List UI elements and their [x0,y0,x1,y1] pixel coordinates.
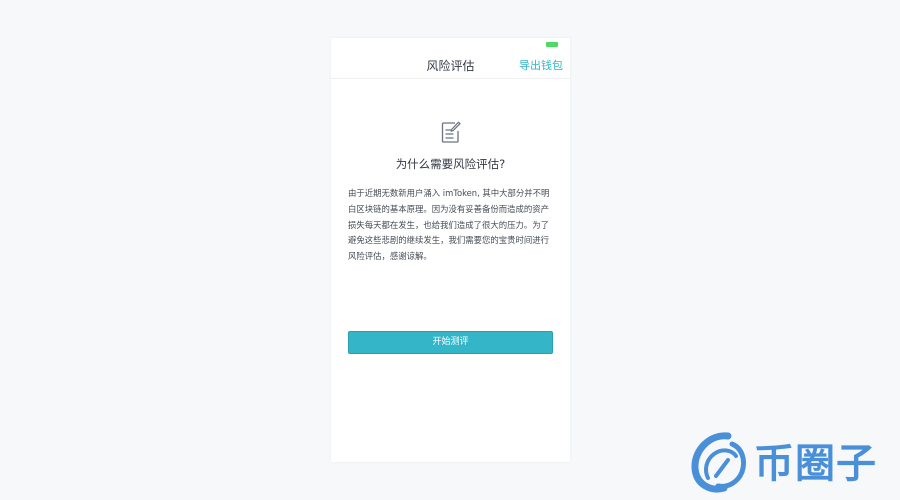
bqz-logo-icon [691,432,747,493]
section-heading: 为什么需要风险评估? [395,157,506,171]
phone-screen: 风险评估 导出钱包 为什么需要风险评估? 由于近期无数新用户涌入 imToken… [331,38,570,462]
document-edit-icon [441,121,461,143]
start-assessment-button[interactable]: 开始测评 [348,331,553,354]
description-text: 由于近期无数新用户涌入 imToken, 其中大部分并不明白区块链的基本原理。因… [348,188,550,262]
export-wallet-button[interactable]: 导出钱包 [519,57,563,73]
watermark-text: 币圈子 [754,441,877,487]
battery-icon [546,42,558,47]
watermark: 币圈子 [688,430,898,496]
nav-bar: 风险评估 导出钱包 [331,52,570,79]
